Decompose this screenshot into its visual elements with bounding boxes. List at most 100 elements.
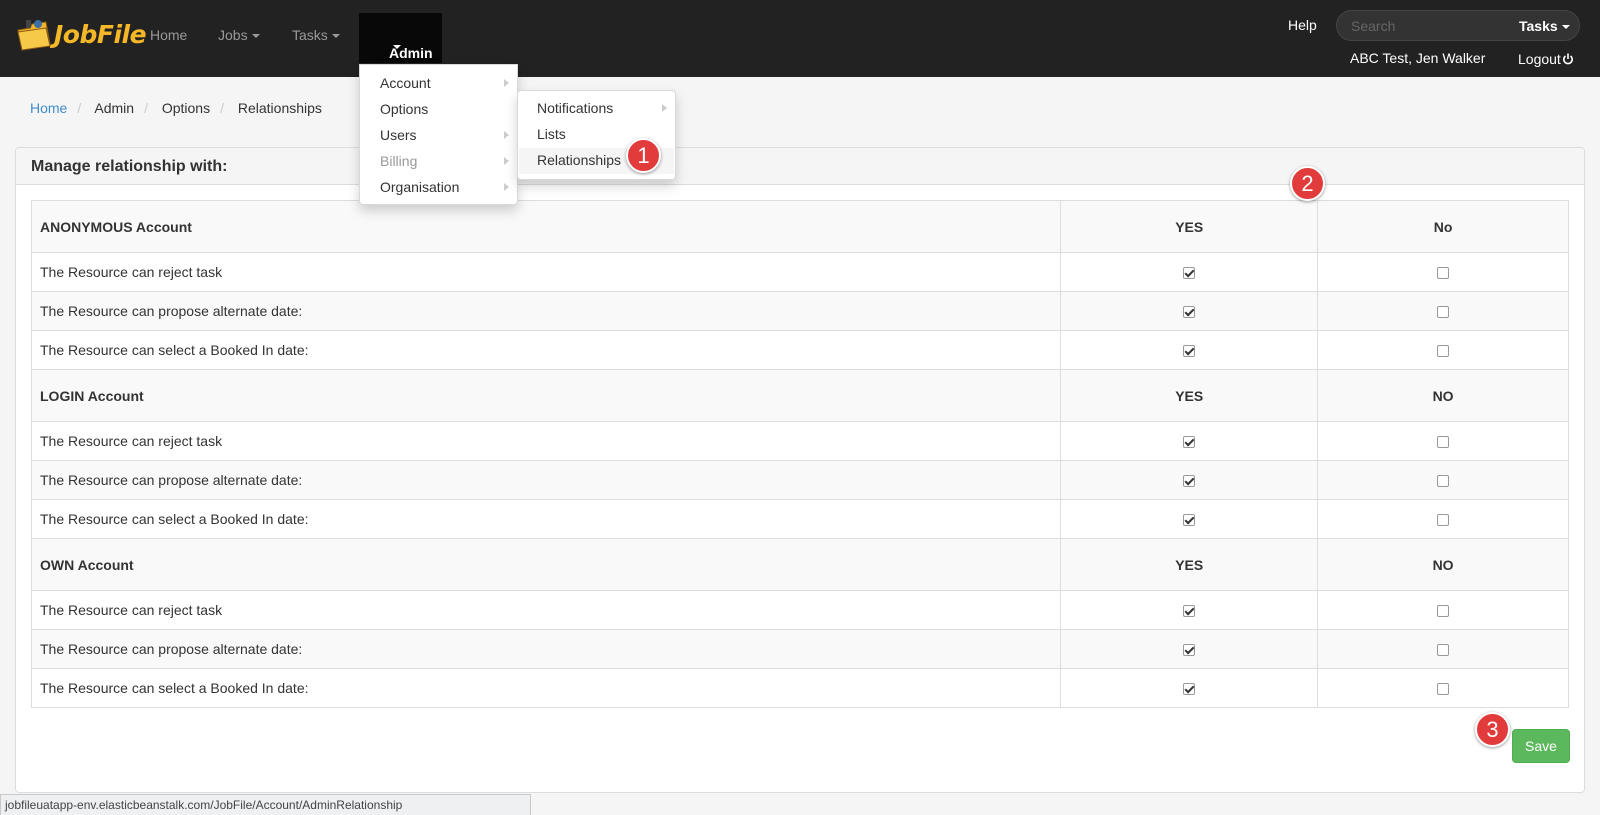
save-button[interactable]: Save [1512, 729, 1570, 763]
permission-label: The Resource can select a Booked In date… [30, 330, 1062, 370]
section-name: LOGIN Account [30, 369, 1062, 422]
step-marker-3: 3 [1475, 712, 1510, 747]
menu-item-lists[interactable]: Lists [537, 126, 566, 142]
no-checkbox[interactable] [1437, 514, 1450, 527]
section-name: OWN Account [30, 538, 1062, 591]
logo-text: JobFile [54, 20, 147, 49]
no-checkbox[interactable] [1437, 644, 1450, 657]
browser-status-url: jobfileuatapp-env.elasticbeanstalk.com/J… [0, 794, 531, 815]
table-row: The Resource can select a Booked In date… [30, 499, 1569, 539]
caret-down-icon [1561, 25, 1570, 30]
nav-tasks-label: Tasks [292, 27, 328, 43]
menu-item-billing: Billing [380, 153, 417, 169]
no-column-header: No [1317, 200, 1569, 253]
no-checkbox[interactable] [1437, 267, 1450, 280]
help-link[interactable]: Help [1288, 17, 1317, 33]
nav-jobs-label: Jobs [218, 27, 248, 43]
caret-down-icon [393, 45, 401, 49]
yes-checkbox[interactable] [1183, 345, 1196, 358]
yes-column-header: YES [1060, 538, 1319, 591]
breadcrumb: Home / Admin / Options / Relationships [30, 100, 322, 116]
nav-tasks[interactable]: Tasks [292, 27, 340, 43]
yes-checkbox[interactable] [1183, 436, 1196, 449]
jobfile-logo[interactable]: JobFile [14, 8, 147, 56]
menu-item-label: Organisation [380, 179, 460, 195]
permission-label: The Resource can select a Booked In date… [30, 499, 1062, 539]
panel-title: Manage relationship with: [31, 158, 228, 175]
nav-jobs[interactable]: Jobs [218, 27, 260, 43]
search-scope-label: Tasks [1519, 18, 1558, 34]
breadcrumb-admin: Admin [94, 100, 135, 116]
section-header-row: LOGIN Account YES NO [30, 369, 1569, 422]
menu-item-label: Users [380, 127, 417, 143]
yes-checkbox[interactable] [1183, 605, 1196, 618]
admin-dropdown-menu: Account Options Users Billing Organisati… [359, 64, 518, 205]
logout-label: Logout [1518, 51, 1561, 67]
yes-checkbox[interactable] [1183, 683, 1196, 696]
breadcrumb-home[interactable]: Home [30, 100, 67, 116]
breadcrumb-options: Options [161, 100, 211, 116]
table-row: The Resource can select a Booked In date… [30, 668, 1569, 708]
chevron-right-icon [504, 157, 509, 165]
yes-checkbox[interactable] [1183, 644, 1196, 657]
yes-checkbox[interactable] [1183, 267, 1196, 280]
no-checkbox[interactable] [1437, 345, 1450, 358]
menu-item-relationships[interactable]: Relationships [537, 152, 621, 168]
chevron-right-icon [504, 79, 509, 87]
permission-label: The Resource can propose alternate date: [30, 460, 1062, 500]
table-row: The Resource can reject task [30, 252, 1569, 292]
chevron-right-icon [504, 183, 509, 191]
power-icon [1562, 53, 1573, 65]
yes-column-header: YES [1060, 369, 1319, 422]
no-checkbox[interactable] [1437, 436, 1450, 449]
no-checkbox[interactable] [1437, 605, 1450, 618]
menu-item-account[interactable]: Account [380, 75, 431, 91]
menu-item-organisation[interactable]: Organisation [380, 179, 459, 195]
menu-item-options[interactable]: Options [380, 101, 428, 117]
yes-checkbox[interactable] [1183, 306, 1196, 319]
permission-label: The Resource can reject task [30, 252, 1062, 292]
caret-down-icon [251, 34, 260, 39]
caret-down-icon [331, 34, 340, 39]
chevron-right-icon [662, 104, 667, 112]
table-row: The Resource can select a Booked In date… [30, 330, 1569, 370]
search-input[interactable] [1351, 18, 1501, 34]
section-name: ANONYMOUS Account [30, 200, 1062, 253]
table-row: The Resource can propose alternate date: [30, 291, 1569, 331]
table-row: The Resource can propose alternate date: [30, 460, 1569, 500]
table-row: The Resource can reject task [30, 590, 1569, 630]
no-column-header: NO [1317, 369, 1569, 422]
table-row: The Resource can reject task [30, 421, 1569, 461]
yes-checkbox[interactable] [1183, 475, 1196, 488]
current-user[interactable]: ABC Test, Jen Walker [1350, 50, 1485, 66]
step-marker-1: 1 [626, 138, 661, 173]
top-navbar: JobFile Home Jobs Tasks Admin Help Tasks… [0, 0, 1600, 77]
chevron-right-icon [504, 131, 509, 139]
nav-admin[interactable]: Admin [359, 13, 442, 63]
yes-checkbox[interactable] [1183, 514, 1196, 527]
step-marker-2: 2 [1290, 166, 1325, 201]
menu-item-notifications[interactable]: Notifications [537, 100, 613, 116]
search-box: Tasks [1336, 10, 1580, 41]
menu-item-label: Relationships [537, 152, 622, 168]
menu-item-label: Options [380, 101, 429, 117]
menu-item-label: Lists [537, 126, 566, 142]
relationship-table: ANONYMOUS Account YES No The Resource ca… [30, 200, 1569, 708]
breadcrumb-relationships: Relationships [237, 100, 322, 116]
folder-logo-icon [17, 20, 51, 51]
permission-label: The Resource can propose alternate date: [30, 291, 1062, 331]
yes-column-header: YES [1060, 200, 1319, 253]
section-header-row: OWN Account YES NO [30, 538, 1569, 591]
table-row: The Resource can propose alternate date: [30, 629, 1569, 669]
permission-label: The Resource can reject task [30, 421, 1062, 461]
search-scope-dropdown[interactable]: Tasks [1519, 18, 1570, 34]
menu-item-label: Notifications [537, 100, 614, 116]
section-header-row: ANONYMOUS Account YES No [30, 200, 1569, 253]
no-checkbox[interactable] [1437, 683, 1450, 696]
nav-home[interactable]: Home [150, 27, 187, 43]
no-checkbox[interactable] [1437, 306, 1450, 319]
logout-link[interactable]: Logout [1518, 51, 1574, 67]
permission-label: The Resource can select a Booked In date… [30, 668, 1062, 708]
no-checkbox[interactable] [1437, 475, 1450, 488]
menu-item-users[interactable]: Users [380, 127, 417, 143]
